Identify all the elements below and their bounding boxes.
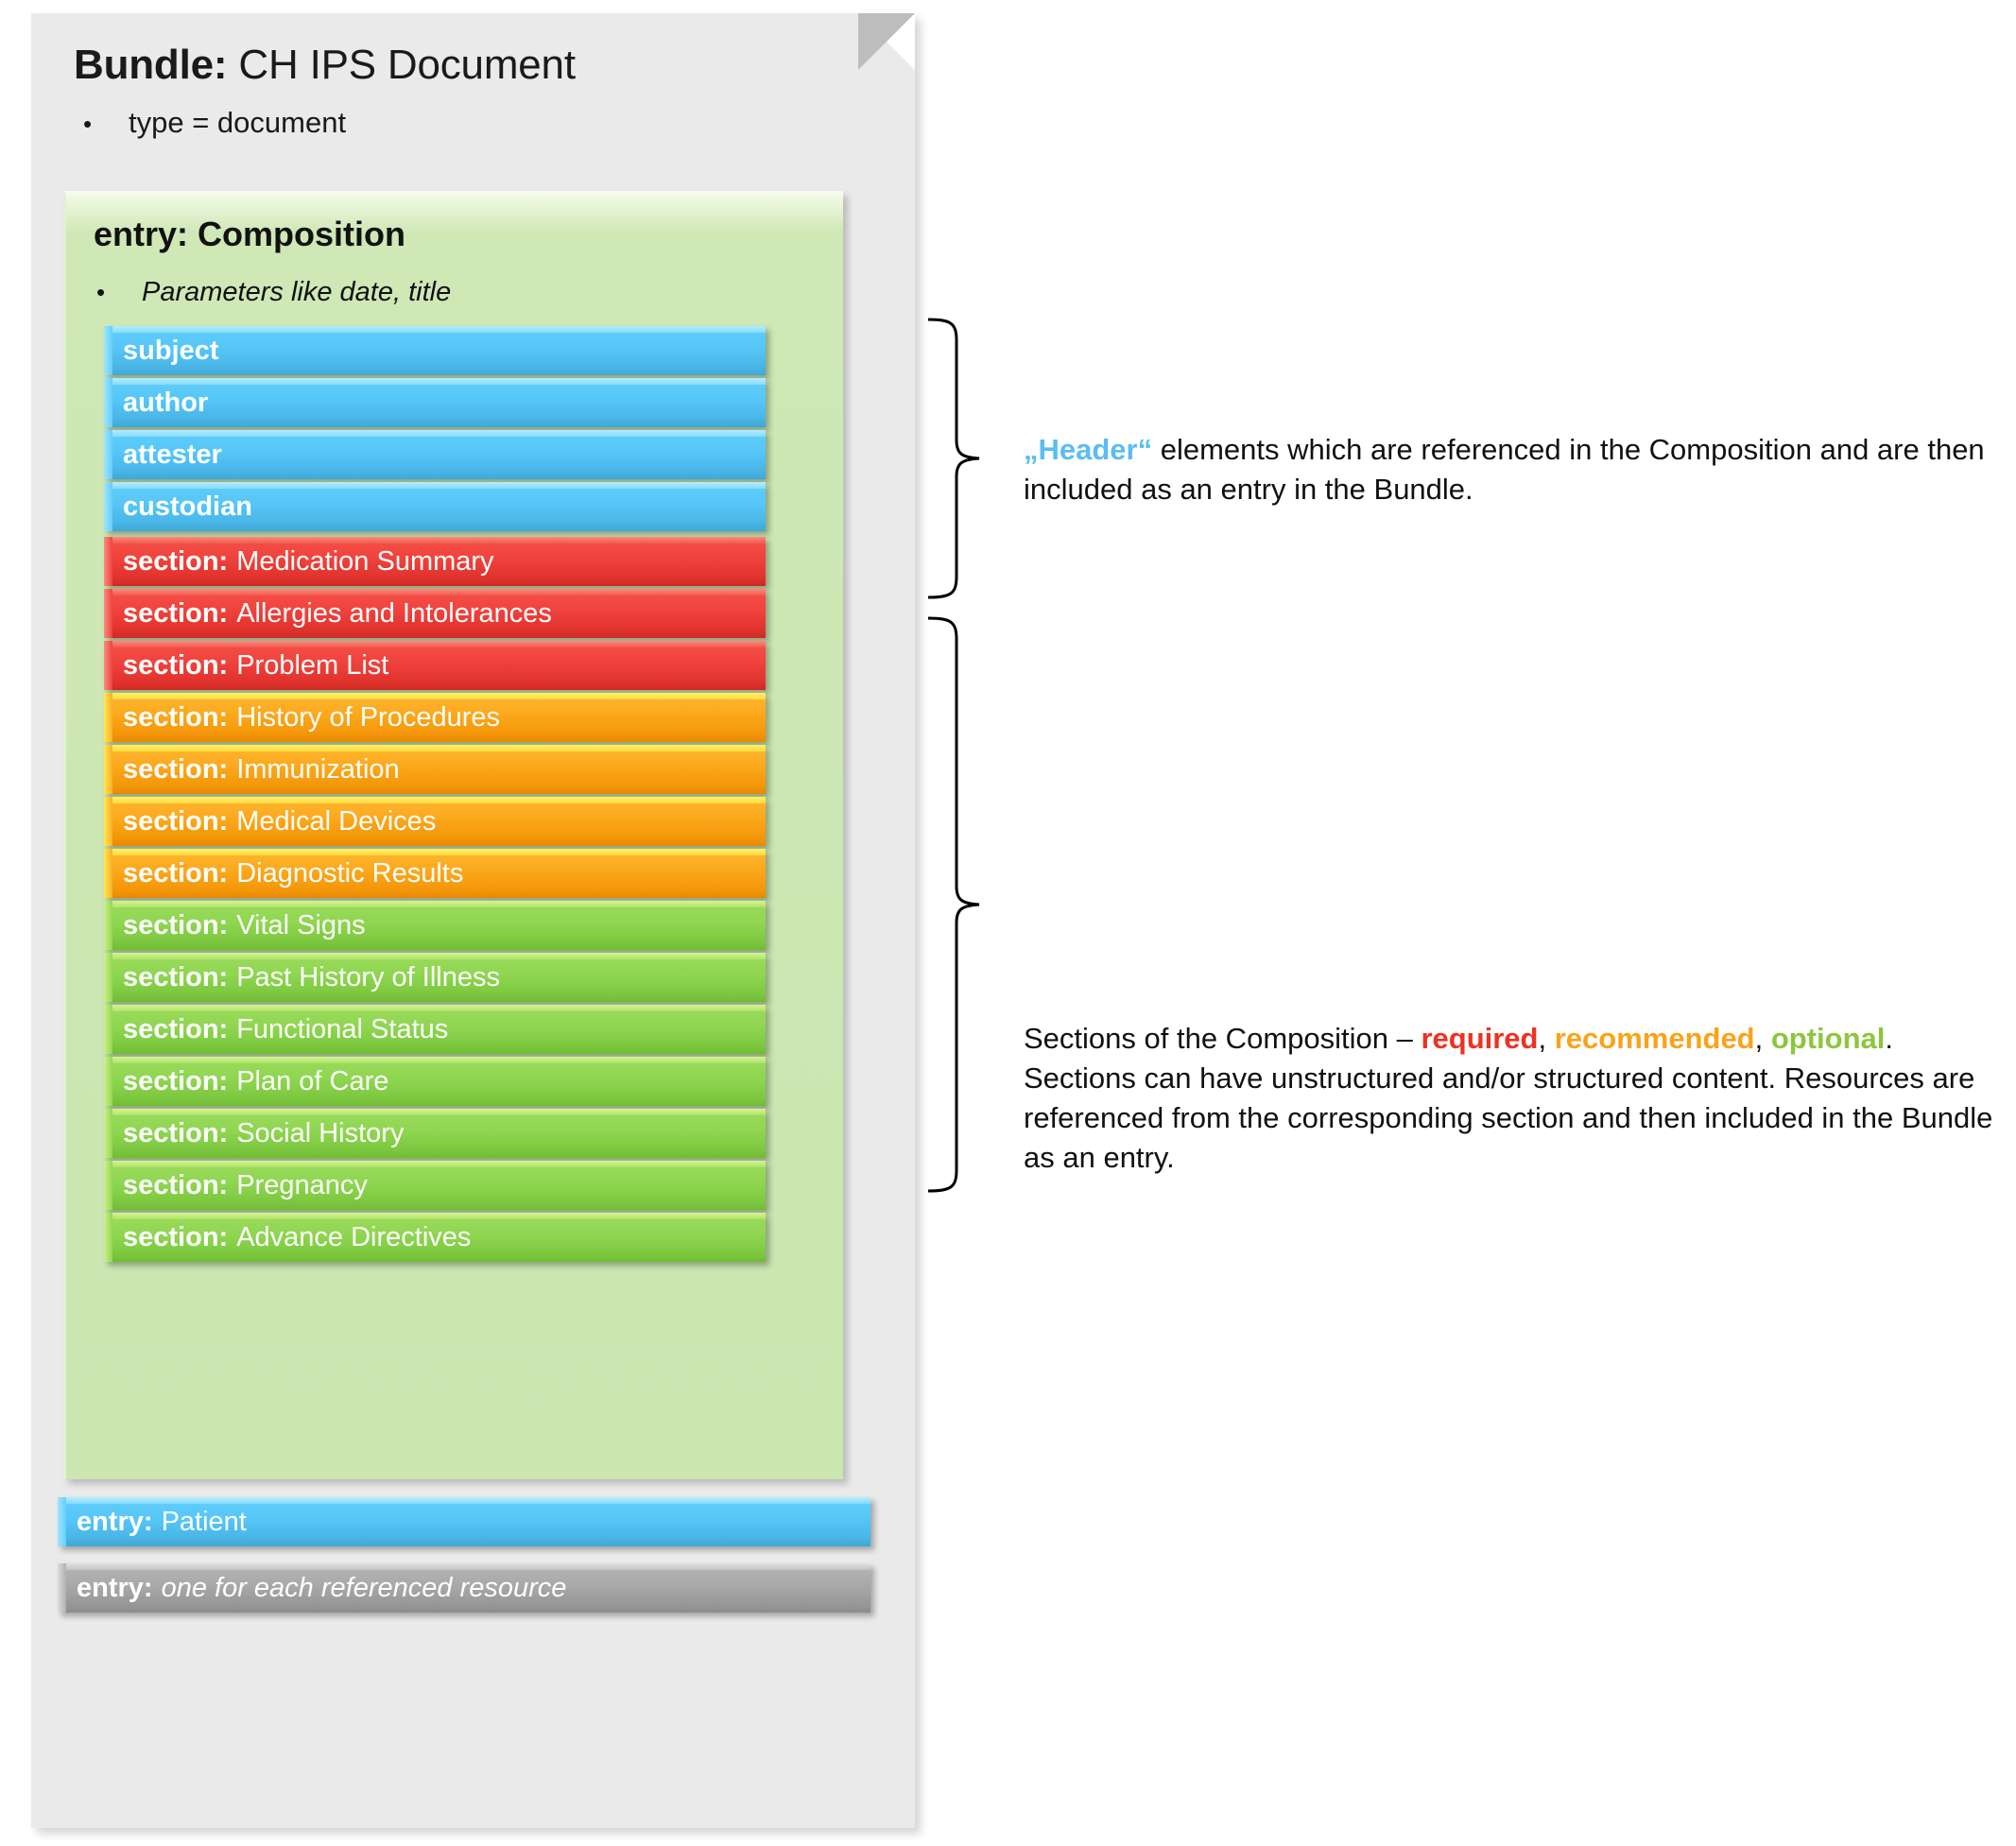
composition-bullet-list: • Parameters like date, title — [96, 277, 451, 308]
keyword-required: required — [1421, 1022, 1539, 1055]
keyword-recommended: recommended — [1554, 1022, 1755, 1055]
entry-value: one for each referenced resource — [161, 1572, 567, 1603]
sections-annotation: Sections of the Composition – required, … — [1024, 1019, 2002, 1178]
section-vital-signs[interactable]: section: Vital Signs — [104, 901, 766, 950]
section-name: Allergies and Intolerances — [236, 597, 552, 629]
section-name: Advance Directives — [236, 1221, 472, 1252]
sections-sep-2: , — [1754, 1022, 1771, 1055]
section-key: section: — [123, 545, 229, 577]
composition-title: entry: Composition — [94, 215, 405, 253]
section-key: section: — [123, 1013, 229, 1044]
section-name: Vital Signs — [236, 909, 366, 940]
entry-key: entry: — [77, 1572, 153, 1603]
composition-header-attester[interactable]: attester — [104, 430, 766, 479]
section-name: Plan of Care — [236, 1065, 389, 1096]
section-name: Medication Summary — [236, 545, 494, 577]
section-key: section: — [123, 597, 229, 629]
bullet-dot-icon: • — [96, 278, 106, 306]
section-problem-list[interactable]: section: Problem List — [104, 641, 766, 690]
page-fold-flap-icon — [858, 13, 915, 70]
header-element-label: subject — [123, 335, 219, 366]
section-medication-summary[interactable]: section: Medication Summary — [104, 537, 766, 586]
section-key: section: — [123, 1065, 229, 1096]
entry-value: Patient — [161, 1506, 247, 1537]
section-key: section: — [123, 1169, 229, 1200]
bundle-bullet-text: type = document — [129, 106, 347, 139]
entry-key: entry: — [77, 1506, 153, 1537]
section-key: section: — [123, 1117, 229, 1148]
sections-brace — [927, 616, 980, 1193]
bundle-bullet-item: • type = document — [83, 106, 346, 140]
composition-bullet-text: Parameters like date, title — [142, 277, 452, 307]
section-key: section: — [123, 857, 229, 888]
section-key: section: — [123, 805, 229, 837]
section-name: History of Procedures — [236, 701, 501, 733]
section-key: section: — [123, 701, 229, 733]
header-element-label: attester — [123, 439, 222, 470]
section-key: section: — [123, 961, 229, 992]
composition-entry-panel: entry: Composition • Parameters like dat… — [63, 191, 843, 1479]
bundle-entry-referenced-resource[interactable]: entry: one for each referenced resource — [58, 1563, 870, 1613]
bundle-title-value: CH IPS Document — [238, 42, 576, 88]
section-name: Pregnancy — [236, 1169, 368, 1200]
bundle-title: Bundle: CH IPS Document — [74, 42, 576, 89]
composition-header-custodian[interactable]: custodian — [104, 482, 766, 531]
composition-header-author[interactable]: author — [104, 378, 766, 427]
section-name: Problem List — [236, 649, 389, 681]
section-name: Past History of Illness — [236, 961, 501, 992]
section-allergies-and-intolerances[interactable]: section: Allergies and Intolerances — [104, 589, 766, 638]
header-annotation: „Header“ elements which are referenced i… — [1024, 430, 1997, 509]
bundle-document-sheet: Bundle: CH IPS Document • type = documen… — [31, 13, 915, 1828]
bundle-bullet-list: • type = document — [83, 106, 346, 140]
section-past-history-of-illness[interactable]: section: Past History of Illness — [104, 953, 766, 1002]
section-diagnostic-results[interactable]: section: Diagnostic Results — [104, 849, 766, 898]
section-plan-of-care[interactable]: section: Plan of Care — [104, 1057, 766, 1106]
header-element-label: author — [123, 387, 209, 418]
section-immunization[interactable]: section: Immunization — [104, 745, 766, 794]
keyword-optional: optional — [1770, 1022, 1886, 1055]
sections-annotation-lead: Sections of the Composition – — [1024, 1022, 1422, 1055]
section-pregnancy[interactable]: section: Pregnancy — [104, 1161, 766, 1210]
header-annotation-text: elements which are referenced in the Com… — [1024, 433, 1985, 506]
bullet-dot-icon: • — [83, 110, 93, 138]
composition-bullet-item: • Parameters like date, title — [96, 277, 451, 308]
header-elements-brace — [927, 318, 980, 599]
section-medical-devices[interactable]: section: Medical Devices — [104, 797, 766, 846]
section-name: Immunization — [236, 753, 400, 785]
bundle-title-key: Bundle: — [74, 42, 228, 88]
sections-sep-1: , — [1538, 1022, 1555, 1055]
section-name: Diagnostic Results — [236, 857, 464, 888]
section-history-of-procedures[interactable]: section: History of Procedures — [104, 693, 766, 742]
section-functional-status[interactable]: section: Functional Status — [104, 1005, 766, 1054]
section-key: section: — [123, 649, 229, 681]
section-advance-directives[interactable]: section: Advance Directives — [104, 1213, 766, 1262]
section-name: Medical Devices — [236, 805, 437, 837]
section-name: Social History — [236, 1117, 405, 1148]
composition-header-subject[interactable]: subject — [104, 326, 766, 375]
section-key: section: — [123, 753, 229, 785]
section-key: section: — [123, 1221, 229, 1252]
header-element-label: custodian — [123, 491, 252, 522]
section-key: section: — [123, 909, 229, 940]
section-social-history[interactable]: section: Social History — [104, 1109, 766, 1158]
bundle-entry-patient[interactable]: entry: Patient — [58, 1497, 870, 1546]
section-name: Functional Status — [236, 1013, 449, 1044]
header-annotation-keyword: „Header“ — [1024, 433, 1153, 466]
